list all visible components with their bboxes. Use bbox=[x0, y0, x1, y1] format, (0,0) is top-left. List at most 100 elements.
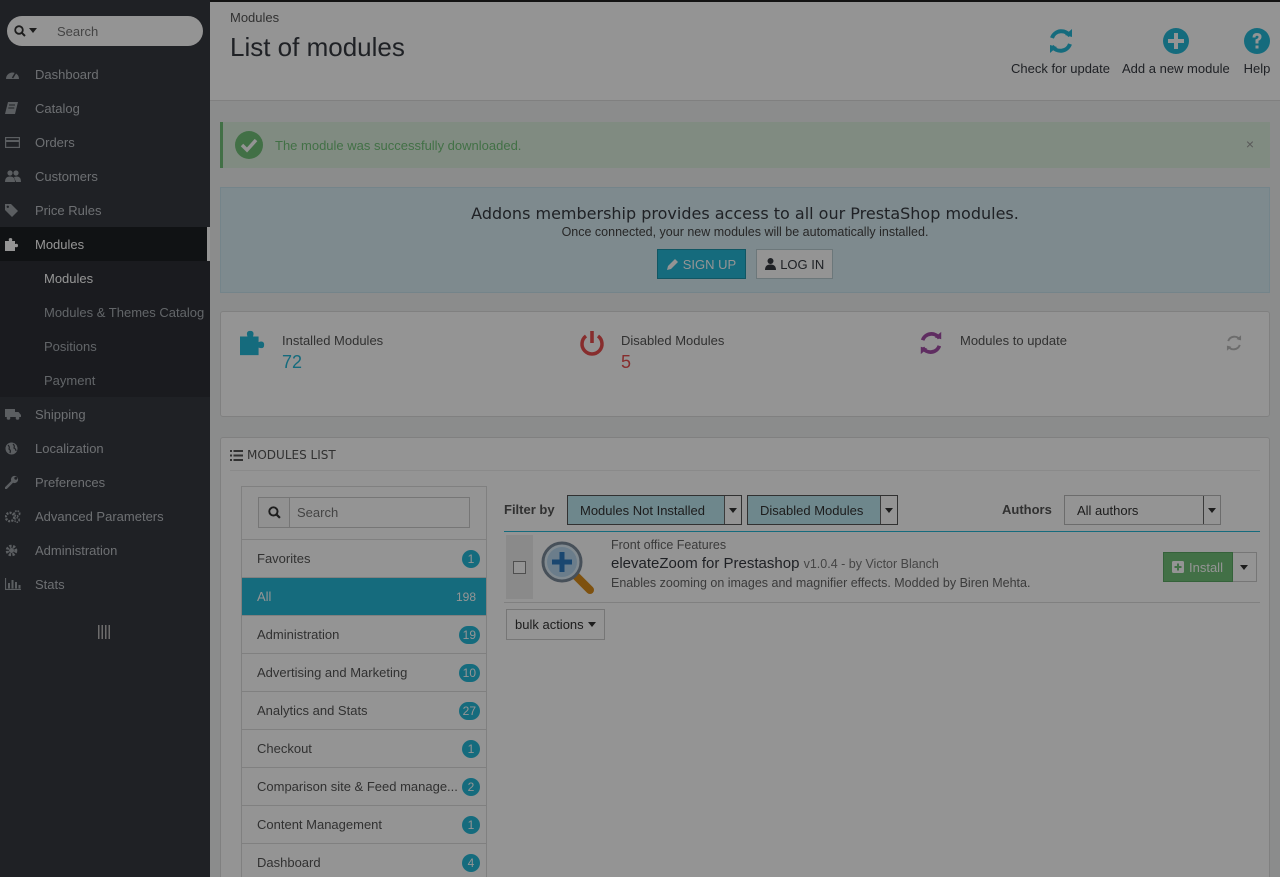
filter-bar: Filter by Modules Not Installed Disabled… bbox=[504, 495, 1269, 525]
category-name: Administration bbox=[257, 627, 340, 642]
sidebar-subitem-catalog[interactable]: Modules & Themes Catalog bbox=[0, 295, 210, 329]
sidebar-submenu-modules: Modules Modules & Themes Catalog Positio… bbox=[0, 261, 210, 397]
category-count-badge: 19 bbox=[458, 625, 480, 644]
sidebar-item-modules[interactable]: Modules bbox=[0, 227, 210, 261]
sidebar-item-advanced-parameters[interactable]: Advanced Parameters bbox=[0, 499, 210, 533]
sidebar-item-label: Catalog bbox=[35, 100, 80, 116]
category-item-dashboard[interactable]: Dashboard 4 bbox=[242, 843, 486, 877]
category-name: Dashboard bbox=[257, 855, 321, 870]
sidebar-item-label: Preferences bbox=[35, 474, 106, 490]
sidebar-search[interactable] bbox=[7, 16, 203, 46]
category-item-advertising[interactable]: Advertising and Marketing 10 bbox=[242, 653, 486, 691]
help-label: Help bbox=[1243, 61, 1271, 76]
pencil-icon bbox=[666, 259, 678, 270]
sidebar-item-dashboard[interactable]: Dashboard bbox=[0, 57, 210, 91]
add-module-button[interactable]: Add a new module bbox=[1122, 24, 1230, 76]
category-search-input[interactable] bbox=[290, 505, 460, 520]
bulk-actions-button[interactable]: bulk actions bbox=[506, 609, 605, 640]
module-row: Front office Features elevateZoom for Pr… bbox=[504, 532, 1260, 603]
sidebar-item-orders[interactable]: Orders bbox=[0, 125, 210, 159]
module-version: v1.0.4 - by Victor Blanch bbox=[803, 557, 939, 571]
plus-square-icon bbox=[1172, 561, 1184, 573]
install-button[interactable]: Install bbox=[1163, 552, 1233, 582]
module-checkbox-cell bbox=[506, 535, 533, 599]
refresh-icon bbox=[1011, 24, 1110, 58]
stat-installed[interactable]: Installed Modules 72 bbox=[240, 330, 383, 373]
stat-disabled[interactable]: Disabled Modules 5 bbox=[579, 330, 724, 373]
category-item-content[interactable]: Content Management 1 bbox=[242, 805, 486, 843]
sidebar-item-label: Stats bbox=[35, 576, 65, 592]
close-icon[interactable]: × bbox=[1246, 136, 1254, 152]
sidebar-item-label: Localization bbox=[35, 440, 104, 456]
category-count-badge: 10 bbox=[458, 663, 480, 682]
stat-disabled-label: Disabled Modules bbox=[621, 333, 725, 348]
sidebar-item-customers[interactable]: Customers bbox=[0, 159, 210, 193]
category-item-all[interactable]: All 198 bbox=[242, 577, 486, 615]
sidebar-subitem-modules[interactable]: Modules bbox=[0, 261, 210, 295]
sidebar-nav: Dashboard Catalog Orders Customers Price… bbox=[0, 57, 210, 601]
stat-update-label: Modules to update bbox=[960, 333, 1067, 348]
stat-update[interactable]: Modules to update bbox=[918, 330, 1067, 362]
category-name: Content Management bbox=[257, 817, 383, 832]
category-name: Advertising and Marketing bbox=[257, 665, 408, 680]
sidebar-item-label: Modules bbox=[35, 236, 85, 252]
collapse-sidebar-icon[interactable] bbox=[98, 625, 110, 642]
category-item-checkout[interactable]: Checkout 1 bbox=[242, 729, 486, 767]
category-item-favorites[interactable]: Favorites 1 bbox=[242, 539, 486, 577]
module-checkbox[interactable] bbox=[513, 560, 526, 574]
chevron-down-icon bbox=[1203, 496, 1220, 524]
install-dropdown-toggle[interactable] bbox=[1232, 552, 1257, 582]
category-item-administration[interactable]: Administration 19 bbox=[242, 615, 486, 653]
sidebar-item-label: Advanced Parameters bbox=[35, 508, 164, 524]
breadcrumb[interactable]: Modules bbox=[230, 10, 279, 25]
main-content: Modules List of modules Check for update… bbox=[210, 0, 1280, 877]
sidebar-item-preferences[interactable]: Preferences bbox=[0, 465, 210, 499]
category-list: Favorites 1 All 198 Administration 19 Adver… bbox=[242, 539, 486, 877]
filter-enabled-value: Disabled Modules bbox=[760, 502, 864, 518]
add-module-label: Add a new module bbox=[1122, 61, 1230, 76]
install-label: Install bbox=[1189, 559, 1223, 575]
refresh-icon[interactable] bbox=[1225, 334, 1243, 355]
sidebar-item-stats[interactable]: Stats bbox=[0, 567, 210, 601]
category-name: All bbox=[257, 589, 272, 604]
dashboard-icon bbox=[5, 67, 35, 81]
wrench-icon bbox=[5, 475, 35, 489]
sidebar-item-price-rules[interactable]: Price Rules bbox=[0, 193, 210, 227]
addons-banner: Addons membership provides access to all… bbox=[220, 187, 1270, 293]
sidebar-item-label: Shipping bbox=[35, 406, 86, 422]
sidebar-subitem-payment[interactable]: Payment bbox=[0, 363, 210, 397]
filter-enabled-select[interactable]: Disabled Modules bbox=[747, 495, 898, 525]
globe-icon bbox=[5, 441, 35, 455]
sidebar: Dashboard Catalog Orders Customers Price… bbox=[0, 0, 210, 877]
sidebar-subitem-positions[interactable]: Positions bbox=[0, 329, 210, 363]
sidebar-item-administration[interactable]: Administration bbox=[0, 533, 210, 567]
check-update-button[interactable]: Check for update bbox=[1011, 24, 1110, 76]
stat-disabled-value: 5 bbox=[621, 352, 632, 372]
category-item-comparison[interactable]: Comparison site & Feed manage... 2 bbox=[242, 767, 486, 805]
filter-status-select[interactable]: Modules Not Installed bbox=[567, 495, 742, 525]
sidebar-search-input[interactable] bbox=[43, 23, 183, 39]
authors-label: Authors bbox=[1002, 502, 1052, 517]
bulk-actions-label: bulk actions bbox=[515, 617, 584, 632]
log-in-button[interactable]: LOG IN bbox=[756, 249, 834, 279]
tags-icon bbox=[5, 203, 35, 217]
check-update-label: Check for update bbox=[1011, 61, 1111, 76]
modules-list-title: MODULES LIST bbox=[247, 448, 336, 462]
filter-label: Filter by bbox=[504, 502, 555, 517]
category-search[interactable] bbox=[258, 497, 470, 528]
install-button-group: Install bbox=[1163, 552, 1257, 582]
sidebar-item-shipping[interactable]: Shipping bbox=[0, 397, 210, 431]
authors-value: All authors bbox=[1077, 502, 1139, 518]
modules-list-heading: MODULES LIST bbox=[230, 448, 336, 462]
sign-up-button[interactable]: SIGN UP bbox=[656, 249, 747, 279]
category-name: Comparison site & Feed manage... bbox=[257, 779, 458, 794]
credit-card-icon bbox=[5, 135, 35, 149]
authors-select[interactable]: All authors bbox=[1064, 495, 1221, 525]
puzzle-icon bbox=[5, 237, 35, 251]
category-item-analytics[interactable]: Analytics and Stats 27 bbox=[242, 691, 486, 729]
help-button[interactable]: Help bbox=[1243, 24, 1271, 76]
search-icon[interactable] bbox=[7, 25, 43, 37]
puzzle-icon bbox=[240, 330, 282, 362]
sidebar-item-localization[interactable]: Localization bbox=[0, 431, 210, 465]
sidebar-item-catalog[interactable]: Catalog bbox=[0, 91, 210, 125]
